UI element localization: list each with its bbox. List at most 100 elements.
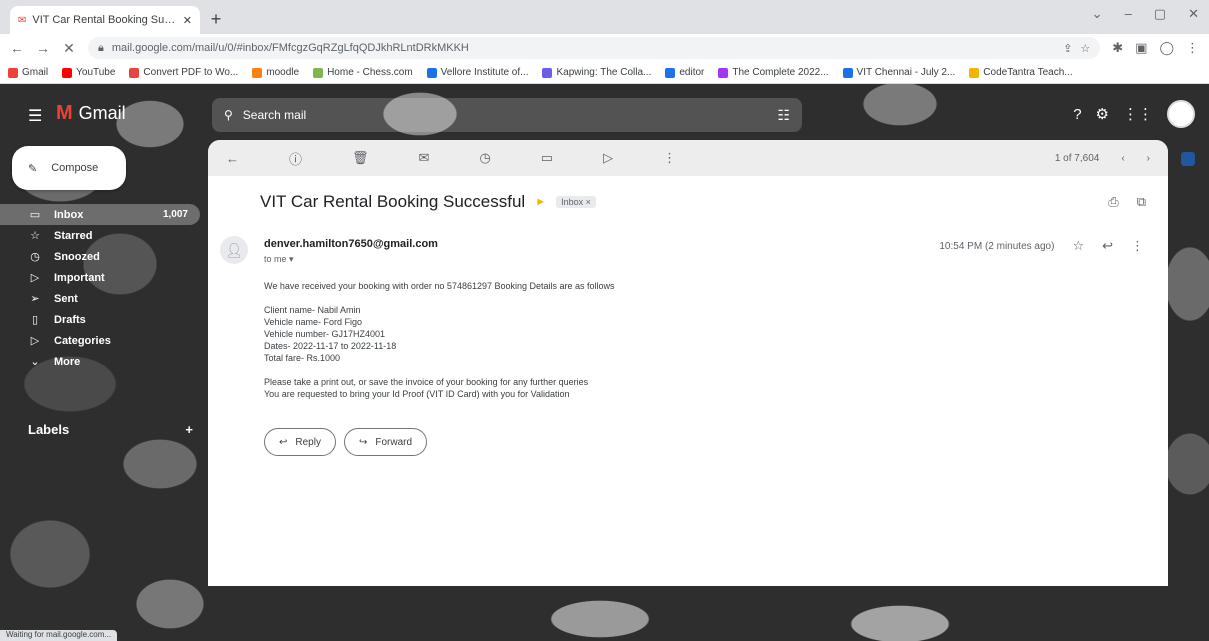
support-icon[interactable]: ? xyxy=(1073,106,1081,123)
sidebar-item-starred[interactable]: ☆ Starred xyxy=(0,225,200,246)
subject-actions: ⎙ ⧉ xyxy=(1108,194,1146,210)
reply-label: Reply xyxy=(295,436,321,448)
sidebar-item-count: 1,007 xyxy=(162,209,188,220)
bookmark-item[interactable]: CodeTantra Teach... xyxy=(969,67,1073,78)
header-actions: ? ⚙ ⋮⋮ xyxy=(1073,100,1195,128)
bookmark-item[interactable]: Vellore Institute of... xyxy=(426,67,529,78)
forward-button[interactable]: ↪ Forward xyxy=(343,428,428,456)
bookmarks-bar: Gmail YouTube Convert PDF to Wo... moodle Ho… xyxy=(0,62,1209,84)
forward-label: Forward xyxy=(375,436,413,448)
email-toolbar: ← ⓘ 🗑︎ ✉ ◷ ▭ ▷ ⋮ 1 of 7,604 ‹ › xyxy=(208,140,1168,176)
sidebar-item-label: Starred xyxy=(54,229,93,242)
reply-icon[interactable]: ↩ xyxy=(1102,238,1113,254)
account-avatar[interactable] xyxy=(1167,100,1195,128)
move-to-icon[interactable]: ▭ xyxy=(541,150,553,166)
bookmark-item[interactable]: VIT Chennai - July 2... xyxy=(842,67,956,78)
pager-text: 1 of 7,604 xyxy=(1054,152,1100,164)
label-icon[interactable]: ▷ xyxy=(603,150,613,166)
extensions-icon[interactable]: ✱ xyxy=(1112,40,1123,56)
snooze-icon[interactable]: ◷ xyxy=(479,150,490,166)
forward-icon[interactable]: → xyxy=(36,40,50,56)
search-input[interactable]: Search mail xyxy=(243,108,306,122)
compose-button[interactable]: ✎ Compose xyxy=(12,146,126,190)
close-window-icon[interactable]: ✕ xyxy=(1188,6,1199,22)
bookmark-label: The Complete 2022... xyxy=(732,67,829,78)
search-options-icon[interactable]: ☷ xyxy=(777,107,790,124)
sender-email[interactable]: denver.hamilton7650@gmail.com xyxy=(264,238,438,250)
bookmark-star-icon[interactable]: ☆ xyxy=(1080,42,1090,55)
bookmark-label: YouTube xyxy=(76,67,116,78)
sidebar-item-drafts[interactable]: ▯ Drafts xyxy=(0,309,200,330)
bookmark-favicon-icon xyxy=(665,67,676,78)
apps-icon[interactable]: ⋮⋮ xyxy=(1123,105,1153,123)
inbox-label-chip[interactable]: Inbox × xyxy=(556,196,596,208)
star-icon[interactable]: ☆ xyxy=(1072,238,1084,254)
mark-unread-icon[interactable]: ✉ xyxy=(419,150,430,166)
body-intro: We have received your booking with order… xyxy=(264,281,615,291)
bookmark-item[interactable]: Convert PDF to Wo... xyxy=(129,67,238,78)
stop-loading-icon[interactable]: ✕ xyxy=(62,40,76,57)
body-vehicle-name: Vehicle name- Ford Figo xyxy=(264,317,363,327)
tab-search-icon[interactable]: ⌄ xyxy=(1092,6,1103,22)
message-time: 10:54 PM (2 minutes ago) xyxy=(939,240,1055,252)
bookmark-label: Vellore Institute of... xyxy=(440,67,529,78)
bookmark-favicon-icon xyxy=(842,67,853,78)
settings-icon[interactable]: ⚙ xyxy=(1096,105,1109,123)
address-bar[interactable]: 🔒︎ mail.google.com/mail/u/0/#inbox/FMfcg… xyxy=(88,37,1101,59)
sidebar-item-sent[interactable]: ➢ Sent xyxy=(0,288,200,309)
sidebar-item-categories[interactable]: ▷ Categories xyxy=(0,330,200,351)
profile-icon[interactable]: ◯ xyxy=(1159,40,1174,56)
report-spam-icon[interactable]: ⓘ xyxy=(289,149,302,168)
bookmark-item[interactable]: Gmail xyxy=(8,67,48,78)
bookmark-item[interactable]: Kapwing: The Colla... xyxy=(542,67,651,78)
sidebar-item-important[interactable]: ▷ Important xyxy=(0,267,200,288)
newer-icon[interactable]: ‹ xyxy=(1121,153,1124,164)
search-icon[interactable]: ⚲ xyxy=(224,108,233,122)
bookmark-favicon-icon xyxy=(313,67,324,78)
bookmark-label: VIT Chennai - July 2... xyxy=(856,67,956,78)
open-in-new-window-icon[interactable]: ⧉ xyxy=(1137,194,1146,210)
tab-title: VIT Car Rental Booking Successful xyxy=(32,14,176,26)
more-options-icon[interactable]: ⋮ xyxy=(663,150,676,166)
more-icon[interactable]: ⋮ xyxy=(1131,238,1144,254)
bookmark-item[interactable]: moodle xyxy=(252,67,299,78)
reply-button[interactable]: ↩ Reply xyxy=(264,428,336,456)
add-label-icon[interactable]: + xyxy=(185,422,193,437)
sender-avatar[interactable]: 👤︎ xyxy=(220,236,248,264)
back-to-inbox-icon[interactable]: ← xyxy=(226,151,239,166)
gmail-logo[interactable]: M Gmail xyxy=(56,102,126,125)
older-icon[interactable]: › xyxy=(1147,153,1150,164)
bookmark-item[interactable]: YouTube xyxy=(62,67,115,78)
gmail-logo-text: Gmail xyxy=(78,103,126,123)
search-bar[interactable]: ⚲ Search mail ☷ xyxy=(212,98,802,132)
delete-icon[interactable]: 🗑︎ xyxy=(352,150,369,166)
sidebar-item-label: Sent xyxy=(54,292,78,305)
main-menu-icon[interactable]: ☰ xyxy=(28,106,42,126)
print-icon[interactable]: ⎙ xyxy=(1108,194,1118,210)
calendar-side-icon[interactable] xyxy=(1181,152,1195,166)
chevron-down-icon: ⌄ xyxy=(30,356,40,368)
sidebar-item-snoozed[interactable]: ◷ Snoozed xyxy=(0,246,200,267)
important-marker-icon[interactable]: ► xyxy=(535,196,546,208)
email-subject: VIT Car Rental Booking Successful xyxy=(260,192,526,211)
sidebar-item-more[interactable]: ⌄ More xyxy=(0,351,200,372)
browser-menu-icon[interactable]: ⋮ xyxy=(1186,40,1199,56)
browser-tab[interactable]: ✉ VIT Car Rental Booking Successful ✕ xyxy=(10,6,200,34)
maximize-icon[interactable]: ▢ xyxy=(1154,6,1166,22)
new-tab-button[interactable]: + xyxy=(205,8,227,30)
bookmark-item[interactable]: editor xyxy=(665,67,704,78)
sidebar-item-label: Inbox xyxy=(54,208,84,221)
close-tab-icon[interactable]: ✕ xyxy=(183,14,192,27)
bookmark-label: Kapwing: The Colla... xyxy=(556,67,652,78)
body-client: Client name- Nabil Amin xyxy=(264,305,361,315)
share-icon[interactable]: ⇪ xyxy=(1063,42,1072,55)
bookmark-favicon-icon xyxy=(62,67,73,78)
back-icon[interactable]: ← xyxy=(10,40,24,56)
label-important-icon: ▷ xyxy=(30,272,40,284)
recipient-details[interactable]: to me ▾ xyxy=(264,254,294,265)
minimize-icon[interactable]: – xyxy=(1125,6,1132,22)
bookmark-item[interactable]: Home - Chess.com xyxy=(313,67,413,78)
side-panel-icon[interactable]: ▣ xyxy=(1135,40,1147,56)
bookmark-item[interactable]: The Complete 2022... xyxy=(718,67,829,78)
sidebar-item-inbox[interactable]: ▭ Inbox 1,007 xyxy=(0,204,200,225)
